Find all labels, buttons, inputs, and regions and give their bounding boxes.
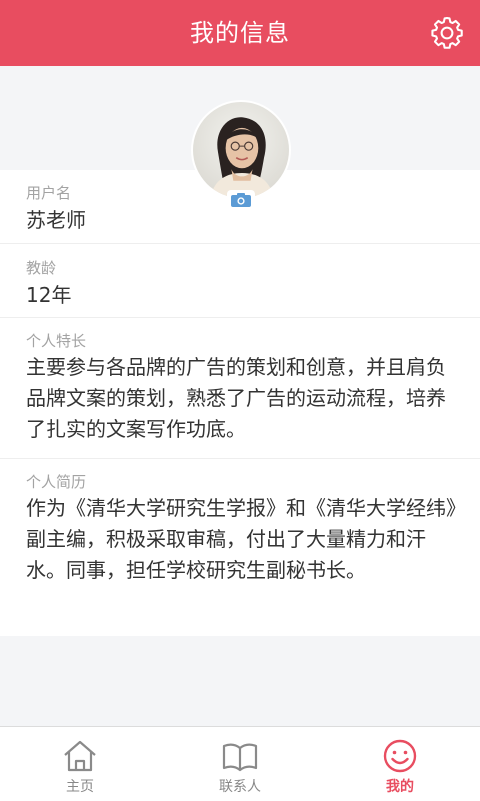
change-avatar-button[interactable] (227, 190, 255, 210)
teaching-years-label: 教龄 (26, 259, 57, 277)
tab-home-label: 主页 (66, 779, 94, 795)
tab-me[interactable]: 我的 (320, 727, 480, 801)
profile-card: 用户名 苏老师 教龄 12年 个人特长 主要参与各品牌的广告的策划和创意，并且肩… (0, 170, 480, 636)
bottom-tab-bar: 主页 联系人 我的 (0, 726, 480, 801)
username-label: 用户名 (26, 184, 72, 202)
resume-value: 作为《清华大学研究生学报》和《清华大学经纬》副主编，积极采取审稿，付出了大量精力… (26, 496, 456, 582)
tab-contacts[interactable]: 联系人 (160, 727, 320, 801)
tab-home[interactable]: 主页 (0, 727, 160, 801)
resume-label: 个人简历 (26, 473, 87, 491)
resume-field[interactable]: 个人简历 作为《清华大学研究生学报》和《清华大学经纬》副主编，积极采取审稿，付出… (0, 459, 480, 636)
specialty-label: 个人特长 (26, 332, 87, 350)
tab-me-label: 我的 (386, 779, 414, 795)
camera-icon (231, 193, 251, 207)
tab-contacts-label: 联系人 (219, 779, 261, 795)
specialty-value: 主要参与各品牌的广告的策划和创意，并且肩负品牌文案的策划，熟悉了广告的运动流程，… (26, 355, 446, 441)
avatar-container[interactable] (191, 100, 291, 210)
avatar[interactable] (191, 100, 291, 200)
gear-icon (431, 16, 463, 49)
specialty-field[interactable]: 个人特长 主要参与各品牌的广告的策划和创意，并且肩负品牌文案的策划，熟悉了广告的… (0, 318, 480, 459)
smiley-icon (381, 737, 419, 775)
teaching-years-field[interactable]: 教龄 12年 (0, 244, 480, 318)
header-bar: 我的信息 (0, 0, 480, 66)
settings-button[interactable] (428, 14, 466, 52)
page-title: 我的信息 (190, 19, 290, 47)
teaching-years-value: 12年 (26, 283, 72, 307)
book-icon (221, 737, 259, 775)
home-icon (61, 737, 99, 775)
